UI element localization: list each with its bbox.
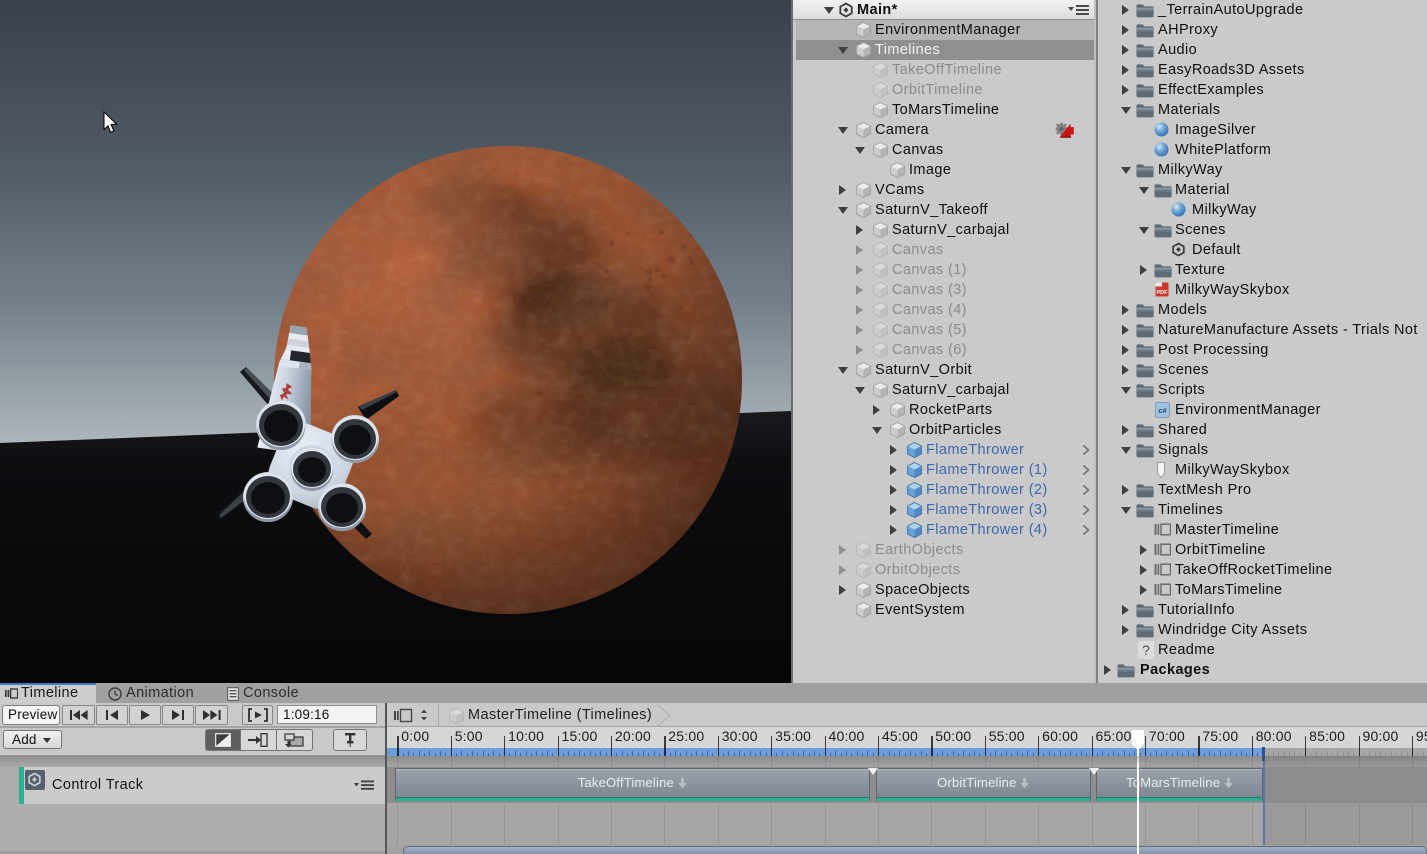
svg-text:PDF: PDF <box>1157 290 1169 296</box>
svg-text:?: ? <box>1142 642 1150 658</box>
svg-text:c#: c# <box>1158 406 1167 415</box>
